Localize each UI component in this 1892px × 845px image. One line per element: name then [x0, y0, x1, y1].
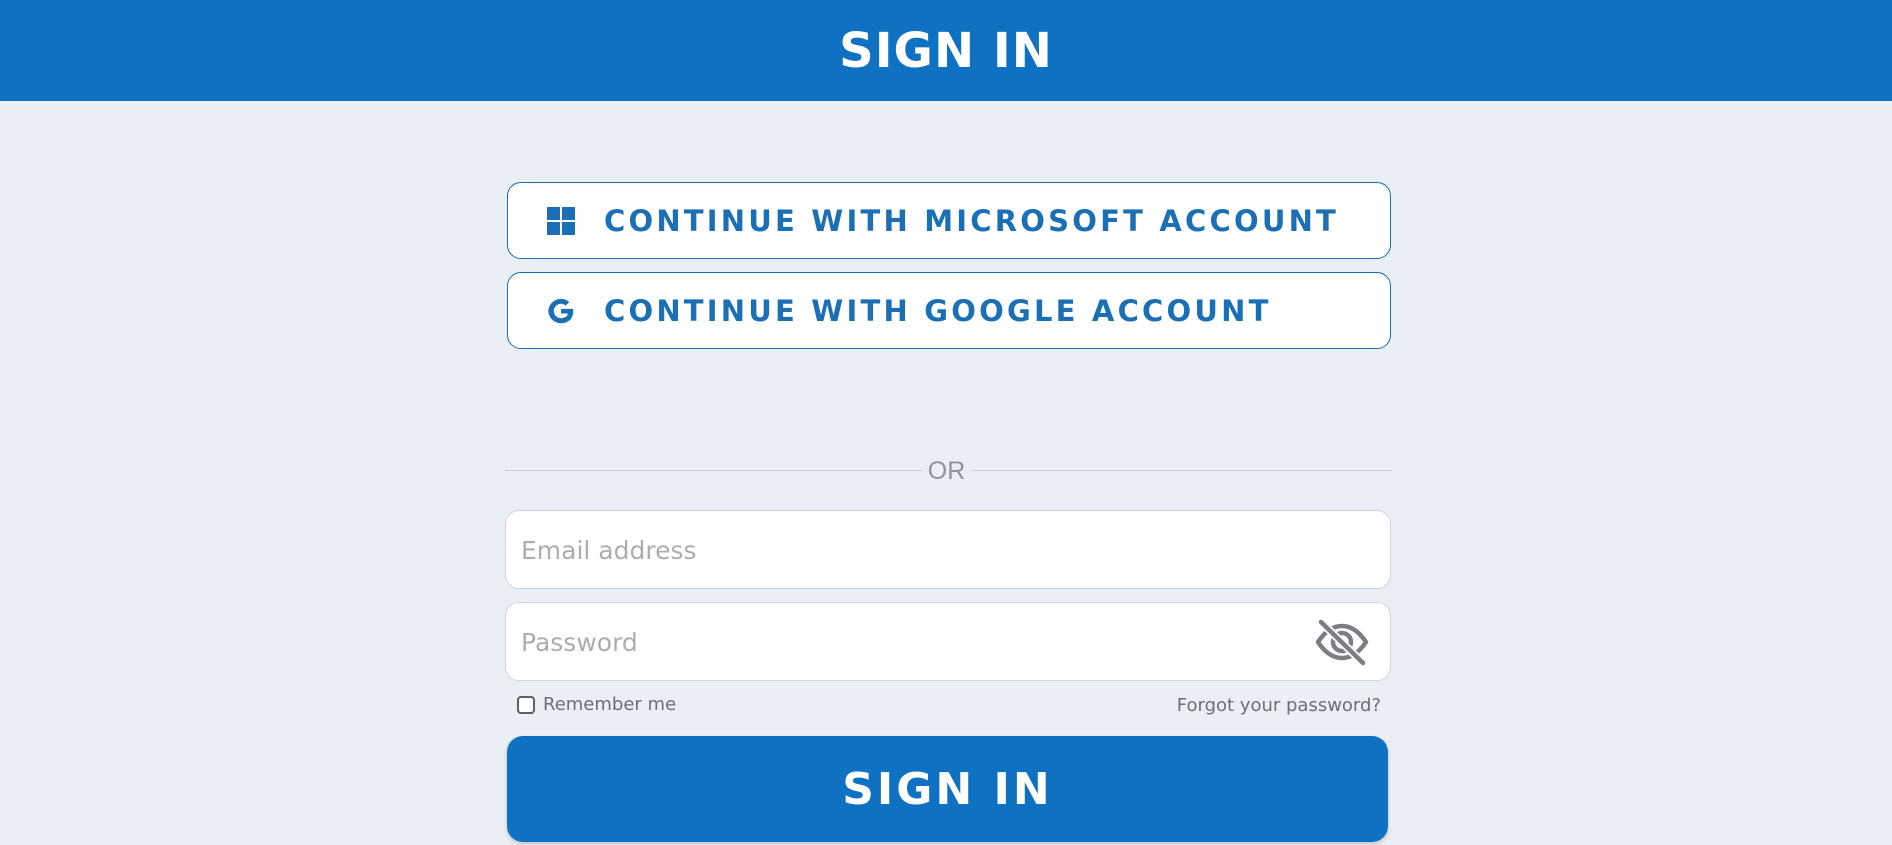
page-header: SIGN IN: [0, 0, 1892, 101]
divider-line-right: [972, 470, 1392, 471]
sign-in-button[interactable]: SIGN IN: [507, 736, 1388, 842]
or-divider: OR: [505, 455, 1392, 485]
sign-in-button-label: SIGN IN: [842, 763, 1053, 815]
eye-slash-icon[interactable]: [1314, 617, 1370, 667]
microsoft-signin-label: CONTINUE WITH MICROSOFT ACCOUNT: [604, 203, 1340, 238]
google-signin-label: CONTINUE WITH GOOGLE ACCOUNT: [604, 293, 1272, 328]
page-title: SIGN IN: [839, 22, 1053, 79]
form-options-row: Remember me Forgot your password?: [517, 694, 1381, 720]
google-logo-icon: [546, 296, 576, 326]
remember-me[interactable]: Remember me: [517, 694, 676, 715]
password-field[interactable]: [519, 603, 1303, 682]
google-signin-button[interactable]: CONTINUE WITH GOOGLE ACCOUNT: [507, 272, 1391, 349]
email-field-container: [505, 510, 1391, 590]
remember-me-label: Remember me: [543, 694, 677, 715]
remember-me-checkbox[interactable]: [517, 695, 535, 714]
divider-line-left: [505, 470, 921, 471]
divider-text: OR: [927, 457, 966, 485]
email-field[interactable]: [519, 511, 1303, 590]
microsoft-signin-button[interactable]: CONTINUE WITH MICROSOFT ACCOUNT: [507, 182, 1391, 259]
forgot-password-link[interactable]: Forgot your password?: [1177, 695, 1381, 716]
windows-logo-icon: [546, 206, 576, 236]
password-field-container: [505, 602, 1391, 682]
